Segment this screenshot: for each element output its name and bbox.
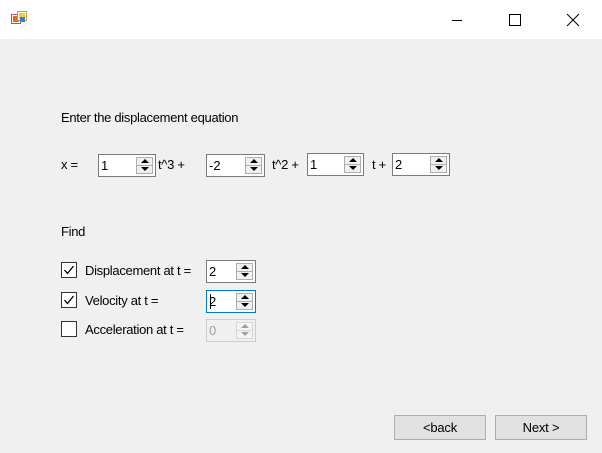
title-bar: [0, 0, 602, 39]
displacement-t-value: 2: [209, 264, 217, 279]
velocity-label[interactable]: Velocity at t =: [85, 293, 158, 308]
coef-c-spin-buttons[interactable]: [344, 156, 361, 173]
back-button[interactable]: <back: [394, 415, 486, 440]
x-label: x =: [61, 157, 78, 172]
coef-b-stepper[interactable]: -2: [206, 154, 265, 177]
minimize-icon: [452, 19, 462, 21]
velocity-spin-buttons[interactable]: [236, 293, 253, 310]
t2-label: t^2 +: [272, 157, 299, 172]
coef-d-spin-buttons[interactable]: [430, 156, 447, 173]
maximize-button[interactable]: [486, 0, 544, 39]
displacement-spin-buttons[interactable]: [236, 263, 253, 280]
coef-d-stepper[interactable]: 2: [392, 153, 450, 176]
coef-c-stepper[interactable]: 1: [307, 153, 364, 176]
app-icon[interactable]: [11, 11, 27, 27]
coef-d-value: 2: [395, 157, 403, 172]
coef-a-value: 1: [101, 158, 109, 173]
coef-b-spin-buttons[interactable]: [245, 157, 262, 174]
close-icon: [566, 13, 580, 26]
acceleration-checkbox[interactable]: [61, 321, 77, 337]
displacement-t-stepper[interactable]: 2: [206, 260, 256, 283]
velocity-checkbox[interactable]: [61, 292, 77, 308]
acceleration-label[interactable]: Acceleration at t =: [85, 322, 184, 337]
t-label: t +: [372, 157, 386, 172]
coef-c-value: 1: [310, 157, 318, 172]
checkmark-icon: [64, 295, 75, 305]
close-button[interactable]: [544, 0, 602, 39]
velocity-t-stepper[interactable]: 2: [206, 290, 256, 313]
coef-b-value: -2: [209, 158, 221, 173]
checkmark-icon: [64, 265, 75, 275]
coef-a-stepper[interactable]: 1: [98, 154, 156, 177]
displacement-checkbox[interactable]: [61, 262, 77, 278]
t3-label: t^3 +: [158, 157, 185, 172]
maximize-icon: [509, 13, 521, 26]
find-heading: Find: [61, 224, 86, 239]
next-button[interactable]: Next >: [495, 415, 587, 440]
coef-a-spin-buttons[interactable]: [136, 157, 153, 174]
minimize-button[interactable]: [428, 0, 486, 39]
displacement-label[interactable]: Displacement at t =: [85, 263, 191, 278]
acceleration-spin-buttons: [236, 322, 253, 339]
acceleration-t-value: 0: [209, 323, 217, 338]
acceleration-t-stepper: 0: [206, 319, 256, 342]
text-cursor: [210, 294, 211, 309]
equation-heading: Enter the displacement equation: [61, 110, 239, 125]
